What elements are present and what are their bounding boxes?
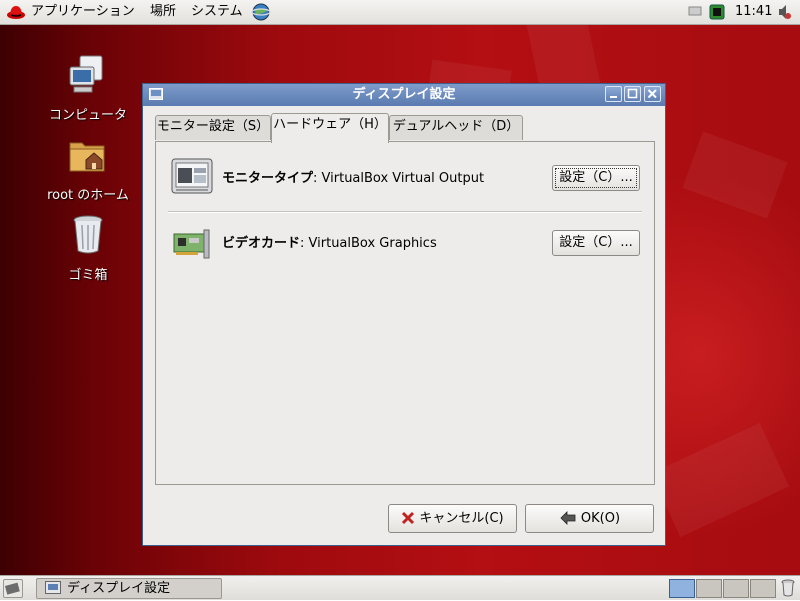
cancel-x-icon — [401, 508, 415, 535]
cancel-label: キャンセル(C) — [419, 511, 504, 526]
monitor-configure-button[interactable]: 設定（C）... — [552, 165, 640, 191]
desktop-icon-label: root のホーム — [47, 188, 129, 203]
ok-arrow-icon — [559, 508, 577, 535]
workspace-2[interactable] — [696, 579, 722, 598]
desktop-icon-trash[interactable]: ゴミ箱 — [40, 213, 136, 283]
ok-button[interactable]: OK(O) — [525, 504, 654, 533]
menu-places[interactable]: 場所 — [150, 4, 176, 20]
workspace-1[interactable] — [669, 579, 695, 598]
display-settings-task-icon — [45, 581, 61, 600]
taskbar-item-display-settings[interactable]: ディスプレイ設定 — [36, 578, 222, 599]
home-folder-icon — [40, 133, 136, 181]
dialog-title: ディスプレイ設定 — [352, 87, 456, 102]
taskbar-item-label: ディスプレイ設定 — [67, 581, 171, 596]
monitor-type-label: モニタータイプ — [222, 171, 314, 186]
network-globe-icon[interactable] — [251, 2, 271, 26]
desktop-icon-label: ゴミ箱 — [68, 268, 108, 283]
menu-applications[interactable]: アプリケーション — [31, 4, 135, 20]
hardware-tab-panel: モニタータイプ: VirtualBox Virtual Output 設定（C）… — [155, 141, 655, 485]
monitor-configure-label: 設定（C）... — [559, 170, 633, 185]
dialog-titlebar[interactable]: ディスプレイ設定 — [143, 84, 665, 106]
monitor-type-value: VirtualBox Virtual Output — [321, 171, 485, 186]
clock[interactable]: 11:41 — [735, 4, 772, 20]
tab-dual-head[interactable]: デュアルヘッド（D） — [389, 115, 523, 140]
update-notifier-icon[interactable] — [707, 2, 727, 26]
monitor-type-row: モニタータイプ: VirtualBox Virtual Output — [222, 171, 485, 186]
video-card-configure-label: 設定（C）... — [559, 235, 633, 250]
minimize-button[interactable] — [605, 86, 622, 102]
computer-icon — [40, 53, 136, 101]
keyboard-indicator-icon[interactable] — [688, 4, 702, 22]
display-settings-dialog: ディスプレイ設定 モニター設定（S） ハードウェア（H） デュアルヘッド（D） — [142, 83, 666, 546]
video-card-label: ビデオカード — [222, 236, 301, 251]
panel-trash-icon[interactable] — [780, 579, 796, 601]
volume-icon[interactable] — [776, 3, 792, 25]
video-card-row: ビデオカード: VirtualBox Graphics — [222, 236, 437, 251]
monitor-icon — [170, 157, 214, 201]
close-button[interactable] — [644, 86, 661, 102]
desktop-icon-computer[interactable]: コンピュータ — [40, 53, 136, 123]
row-separator — [168, 211, 642, 213]
tab-hardware[interactable]: ハードウェア（H） — [271, 113, 389, 143]
trash-icon — [40, 213, 136, 261]
bottom-panel: ディスプレイ設定 — [0, 575, 800, 600]
video-card-value: VirtualBox Graphics — [308, 236, 437, 251]
show-desktop-button[interactable] — [3, 579, 23, 598]
maximize-button[interactable] — [624, 86, 641, 102]
workspace-4[interactable] — [750, 579, 776, 598]
cancel-button[interactable]: キャンセル(C) — [388, 504, 517, 533]
workspace-3[interactable] — [723, 579, 749, 598]
video-card-configure-button[interactable]: 設定（C）... — [552, 230, 640, 256]
tab-monitor-settings[interactable]: モニター設定（S） — [155, 115, 271, 140]
desktop-icon-home[interactable]: root のホーム — [40, 133, 136, 203]
top-panel: アプリケーション 場所 システム 11:41 — [0, 0, 800, 25]
video-card-icon — [172, 228, 214, 264]
wallpaper-shape — [650, 422, 790, 538]
redhat-logo-icon[interactable] — [6, 3, 26, 25]
desktop-icon-label: コンピュータ — [48, 108, 127, 123]
ok-label: OK(O) — [580, 511, 621, 526]
wallpaper-shape — [682, 131, 788, 219]
menu-system[interactable]: システム — [191, 4, 243, 20]
